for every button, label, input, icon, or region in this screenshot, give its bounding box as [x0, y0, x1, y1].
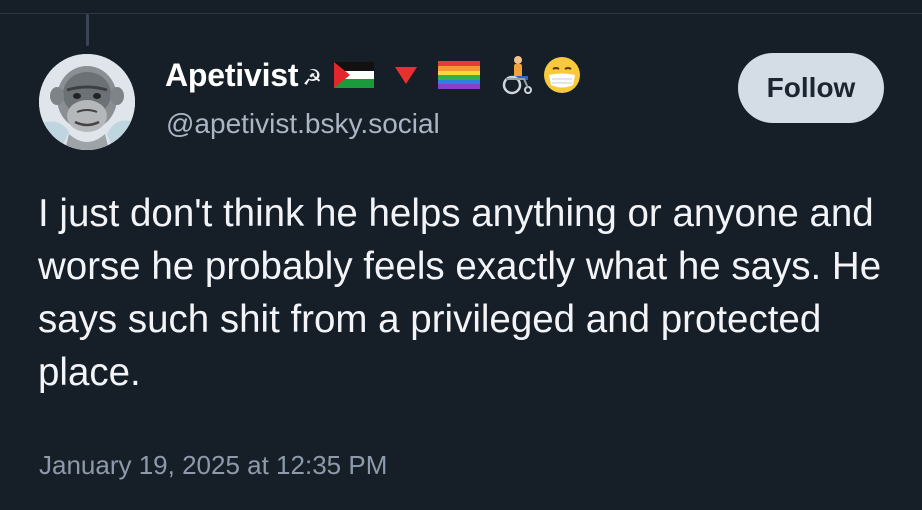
- thread-connector-line: [86, 14, 89, 46]
- follow-button[interactable]: Follow: [738, 53, 884, 123]
- rainbow-flag-icon: [438, 61, 481, 89]
- top-divider: [0, 13, 922, 14]
- hammer-and-sickle-icon: ☭: [302, 65, 323, 90]
- wheelchair-person-icon: [498, 55, 534, 95]
- avatar[interactable]: [39, 54, 135, 150]
- post-timestamp[interactable]: January 19, 2025 at 12:35 PM: [39, 450, 387, 481]
- red-triangle-icon: [394, 65, 418, 85]
- author-handle[interactable]: @apetivist.bsky.social: [166, 108, 440, 140]
- post-text: I just don't think he helps anything or …: [38, 192, 882, 394]
- face-with-medical-mask-icon: [542, 55, 582, 95]
- palestine-flag-icon: [334, 62, 375, 88]
- chimp-avatar-icon: [39, 54, 135, 150]
- author-display-name[interactable]: Apetivist: [165, 57, 299, 94]
- author-name-row: Apetivist ☭: [165, 55, 582, 95]
